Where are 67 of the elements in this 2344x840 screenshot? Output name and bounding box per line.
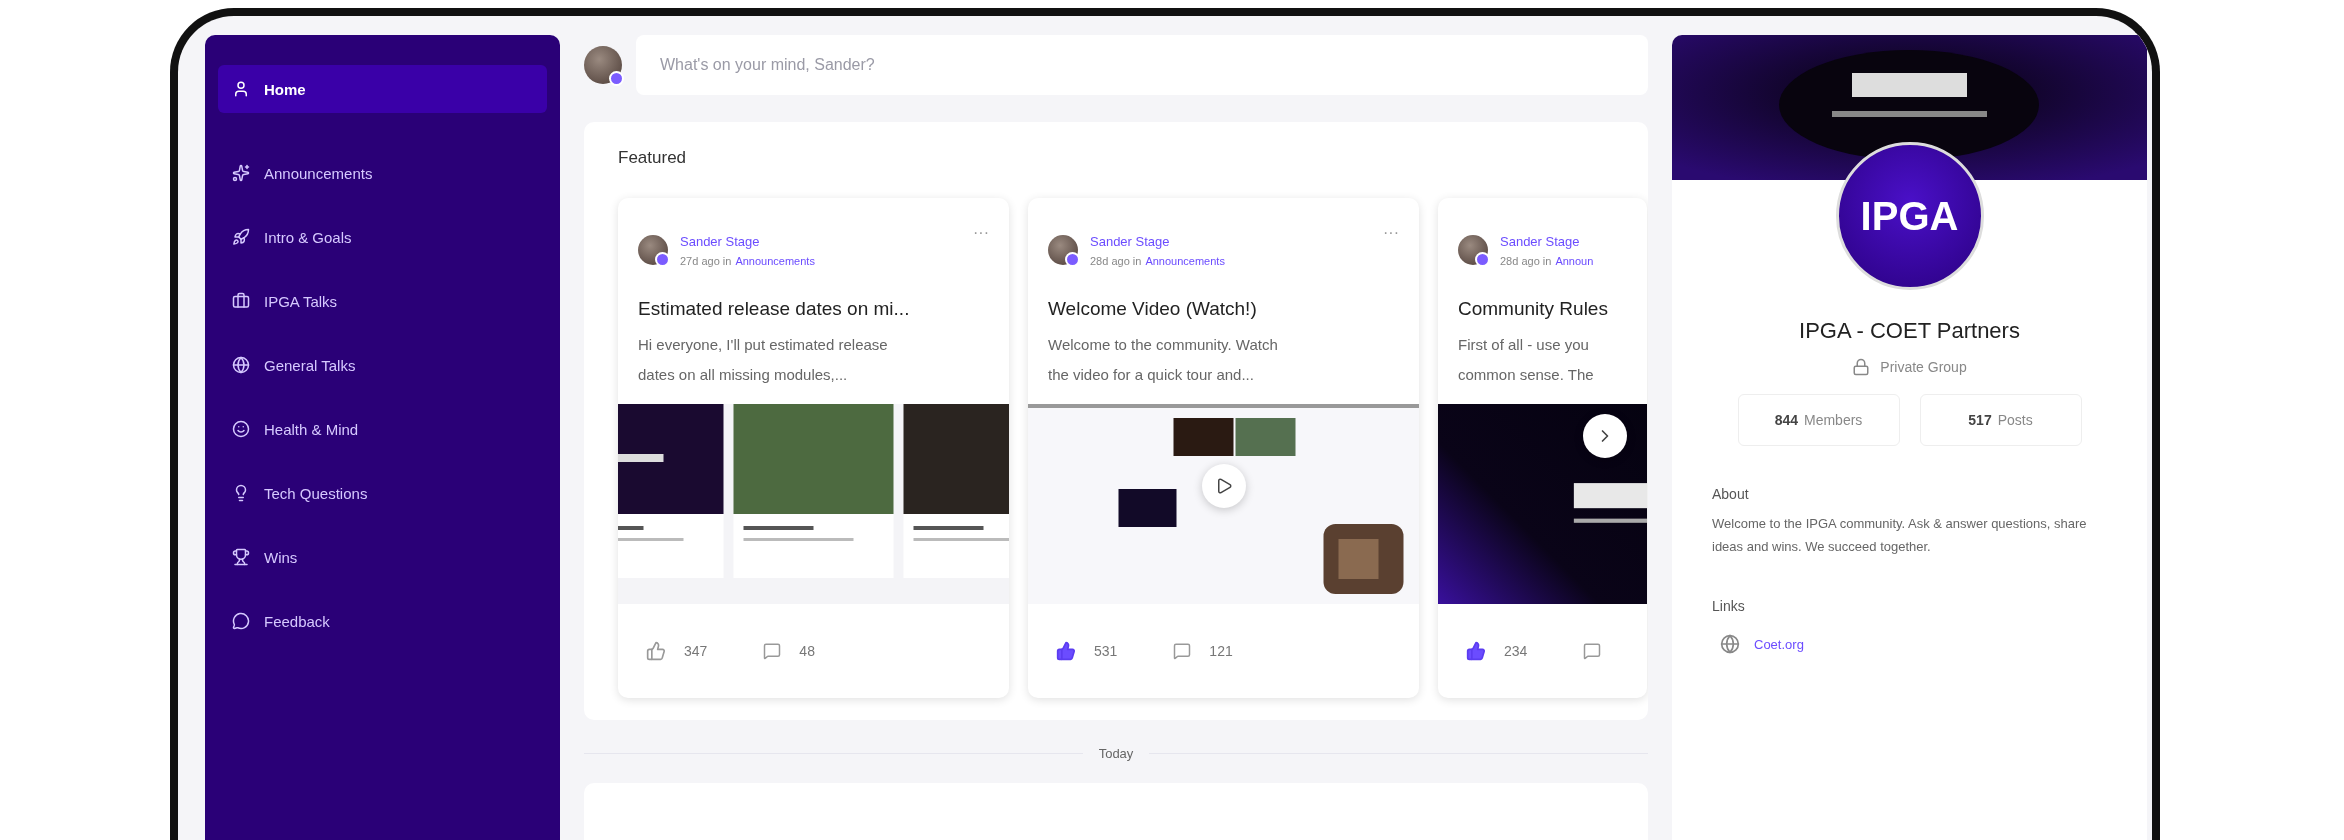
about-heading: About	[1712, 486, 1750, 502]
user-avatar[interactable]	[584, 46, 622, 84]
like-count: 531	[1094, 643, 1118, 659]
post-card[interactable]: Sander Stage 28d ago in Announ Community Rules First of all - use you common sense. The 234	[1438, 198, 1647, 698]
sidebar-item[interactable]: Announcements	[218, 149, 547, 197]
lock-icon	[1852, 358, 1871, 376]
author-name[interactable]: Sander Stage	[680, 233, 961, 249]
sidebar-item[interactable]: Wins	[218, 533, 547, 581]
group-name: IPGA - COET Partners	[1799, 318, 2020, 344]
privacy-label: Private Group	[1880, 359, 1967, 375]
globe-icon	[1720, 634, 1740, 654]
sidebar-item[interactable]: Tech Questions	[218, 469, 547, 517]
author-avatar	[1458, 235, 1488, 265]
links-heading: Links	[1712, 598, 1746, 614]
category-link[interactable]: Announcements	[735, 254, 815, 267]
like-count: 347	[684, 643, 708, 659]
post-card[interactable]: Sander Stage 27d ago in Announcements ··· Estimated release dates on mi... Hi everyone, I'll put estimated release dates on all missing modules,... 347 48	[618, 198, 1009, 698]
briefcase-icon	[232, 292, 250, 310]
sidebar-item[interactable]: Home	[218, 65, 547, 113]
like-icon[interactable]	[646, 641, 666, 661]
post-title[interactable]: Estimated release dates on mi...	[618, 276, 1009, 320]
sidebar-item[interactable]: General Talks	[218, 341, 547, 389]
post-excerpt: the video for a quick tour and...	[1048, 365, 1255, 385]
like-count: 234	[1504, 643, 1528, 659]
post-excerpt: Hi everyone, I'll put estimated release	[638, 335, 889, 355]
category-link[interactable]: Announcements	[1145, 254, 1225, 267]
author-avatar	[638, 235, 668, 265]
sidebar-item[interactable]: Intro & Goals	[218, 213, 547, 261]
post-title[interactable]: Welcome Video (Watch!)	[1028, 276, 1419, 320]
date-divider: Today	[1098, 746, 1134, 761]
post-excerpt: dates on all missing modules,...	[638, 365, 849, 385]
group-logo: IPGA	[1835, 142, 1984, 290]
sidebar-item[interactable]: Health & Mind	[218, 405, 547, 453]
post-card[interactable]: Sander Stage 28d ago in Announcements ··· Welcome Video (Watch!) Welcome to the community. Watch the video for a quick tour and... 531 121	[1028, 198, 1419, 698]
website-link[interactable]: Coet.org	[1754, 636, 1804, 652]
sparkle-icon	[232, 164, 250, 182]
like-icon[interactable]	[1056, 641, 1076, 661]
post-excerpt: First of all - use you	[1458, 335, 1590, 355]
section-title: Featured	[618, 148, 688, 168]
post-time: 27d ago in	[680, 254, 732, 267]
trophy-icon	[232, 548, 250, 566]
post-time: 28d ago in	[1090, 254, 1142, 267]
category-link[interactable]: Announ	[1555, 254, 1594, 267]
user-icon	[232, 80, 250, 98]
smile-icon	[232, 420, 250, 438]
stat-chip: 844 Members	[1737, 394, 1900, 446]
rocket-icon	[232, 228, 250, 246]
comment-icon[interactable]	[763, 642, 782, 660]
post-excerpt: common sense. The	[1458, 365, 1595, 385]
comment-count: 48	[799, 643, 815, 659]
sidebar-item[interactable]: IPGA Talks	[218, 277, 547, 325]
stat-chip: 517 Posts	[1919, 394, 2082, 446]
post-excerpt: Welcome to the community. Watch	[1048, 335, 1279, 355]
about-text: Welcome to the IPGA community. Ask & answer questions, share ideas and wins. We succeed together.	[1712, 515, 2088, 556]
chat-icon	[232, 612, 250, 630]
post-time: 28d ago in	[1500, 254, 1552, 267]
author-avatar	[1048, 235, 1078, 265]
sidebar-item[interactable]: Feedback	[218, 597, 547, 645]
author-name[interactable]: Sander Stage	[1500, 233, 1627, 249]
like-icon[interactable]	[1466, 641, 1486, 661]
post-input[interactable]: What's on your mind, Sander?	[636, 35, 1648, 95]
comment-count: 121	[1209, 643, 1233, 659]
globe-icon	[232, 356, 250, 374]
comment-icon[interactable]	[1583, 642, 1602, 660]
post-title[interactable]: Community Rules	[1438, 276, 1647, 320]
comment-icon[interactable]	[1173, 642, 1192, 660]
author-name[interactable]: Sander Stage	[1090, 233, 1371, 249]
